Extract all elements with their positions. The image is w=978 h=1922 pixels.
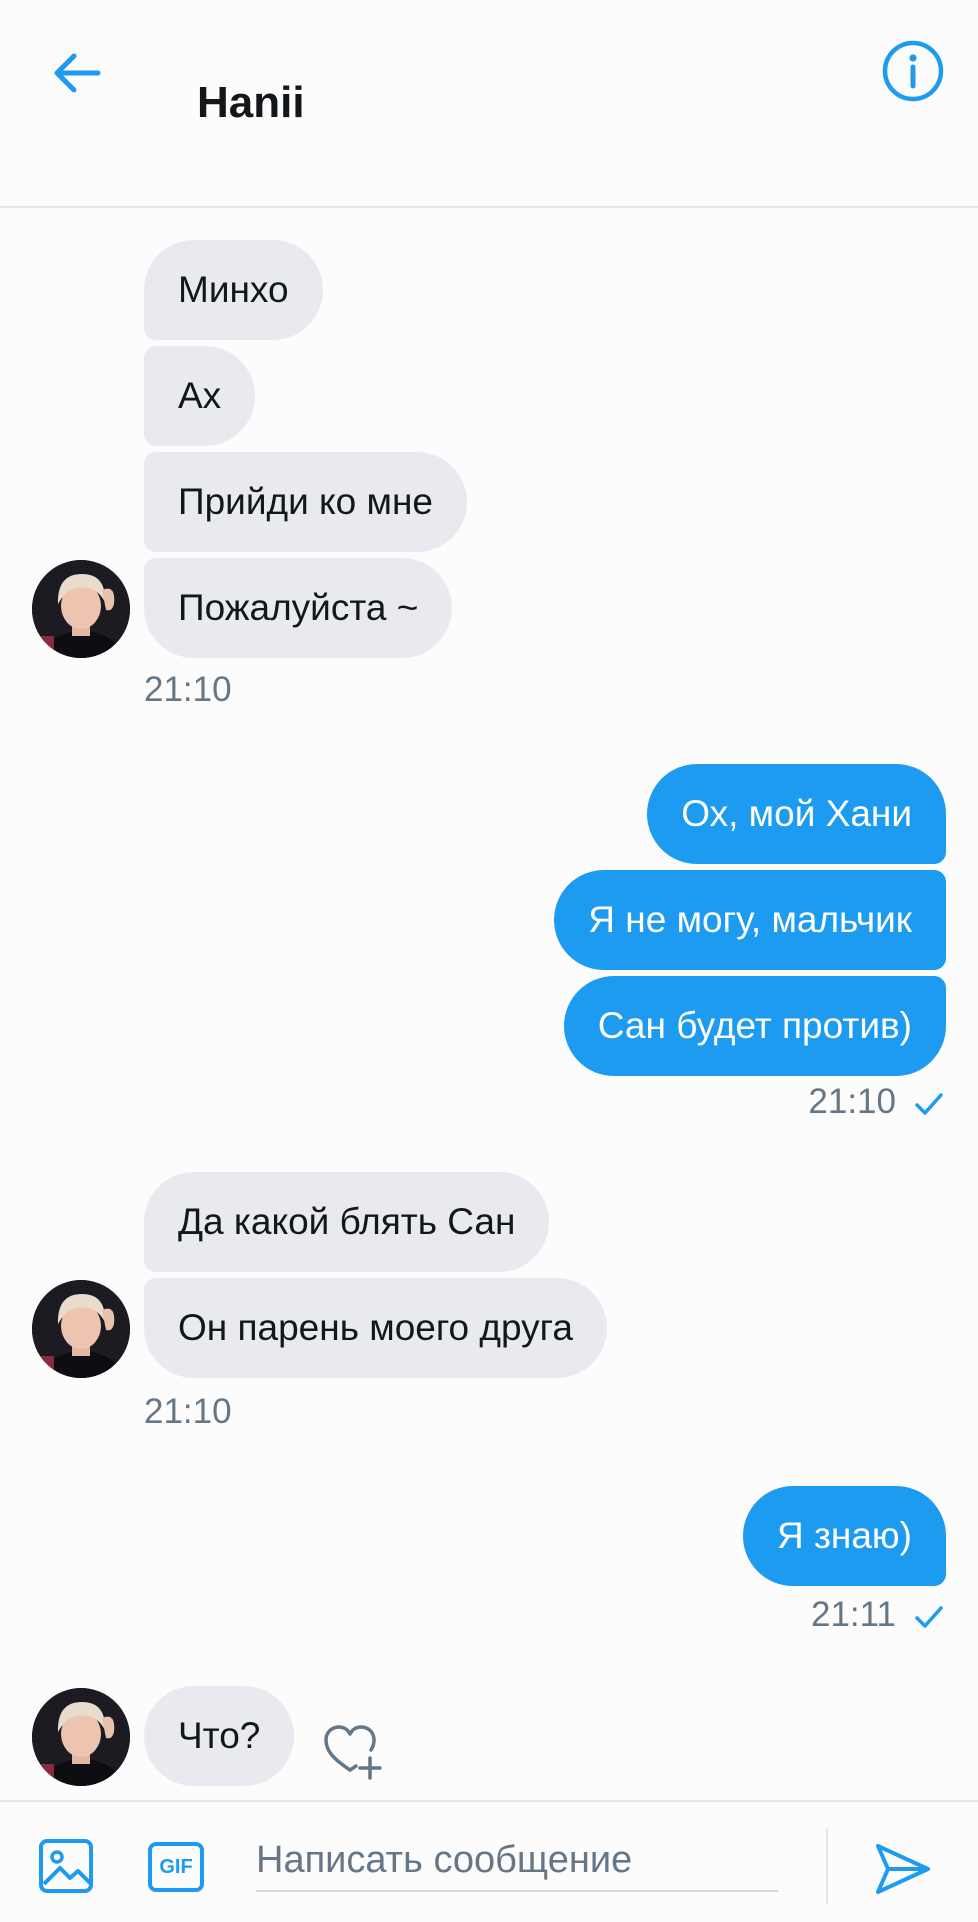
incoming-message[interactable]: Он парень моего друга	[144, 1278, 607, 1378]
incoming-message[interactable]: Минхо	[144, 240, 323, 340]
avatar[interactable]	[32, 1688, 130, 1786]
avatar-image	[32, 1688, 130, 1786]
message-timestamp: 21:10	[144, 1392, 232, 1431]
message-input[interactable]	[256, 1830, 778, 1892]
send-icon[interactable]	[874, 1840, 932, 1898]
message-composer: GIF	[0, 1800, 978, 1922]
info-icon[interactable]	[880, 38, 946, 104]
incoming-message[interactable]: Да какой блять Сан	[144, 1172, 550, 1272]
image-icon[interactable]	[38, 1838, 94, 1894]
incoming-message[interactable]: Что?	[144, 1686, 295, 1786]
back-arrow-icon[interactable]	[44, 40, 110, 106]
avatar-image	[32, 1280, 130, 1378]
chat-header: Hanii	[0, 0, 978, 208]
conversation-title: Hanii	[197, 78, 305, 127]
outgoing-message[interactable]: Я не могу, мальчик	[554, 870, 946, 970]
read-check-icon	[915, 1606, 943, 1628]
avatar-image	[32, 560, 130, 658]
outgoing-message[interactable]: Ох, мой Хани	[647, 764, 946, 864]
incoming-message[interactable]: Пожалуйста ~	[144, 558, 453, 658]
add-reaction-heart-icon[interactable]	[322, 1722, 388, 1782]
incoming-message[interactable]: Прийди ко мне	[144, 452, 467, 552]
outgoing-message[interactable]: Сан будет против)	[563, 976, 946, 1076]
incoming-message[interactable]: Ах	[144, 346, 256, 446]
divider	[826, 1828, 828, 1904]
gif-button[interactable]: GIF	[148, 1842, 204, 1892]
avatar[interactable]	[32, 560, 130, 658]
read-check-icon	[915, 1093, 943, 1115]
message-timestamp: 21:10	[144, 670, 232, 709]
message-timestamp: 21:11	[811, 1595, 896, 1634]
outgoing-message[interactable]: Я знаю)	[742, 1486, 946, 1586]
message-timestamp: 21:10	[808, 1082, 896, 1121]
avatar[interactable]	[32, 1280, 130, 1378]
